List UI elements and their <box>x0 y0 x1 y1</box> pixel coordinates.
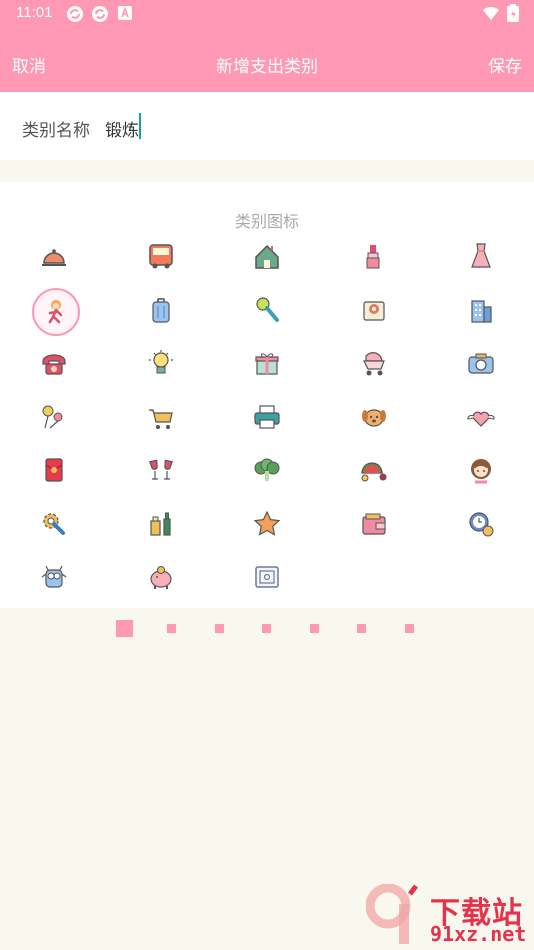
fruits-icon[interactable] <box>354 450 394 490</box>
light-bulb-icon[interactable] <box>141 343 181 383</box>
bus-icon[interactable] <box>141 236 181 276</box>
microphone-icon[interactable] <box>247 290 287 330</box>
suitcase-icon[interactable] <box>141 290 181 330</box>
wine-glasses-icon[interactable] <box>141 450 181 490</box>
shopping-cart-icon[interactable] <box>141 397 181 437</box>
camera-icon[interactable] <box>461 343 501 383</box>
tissue-roll-icon[interactable] <box>354 290 394 330</box>
page-dot[interactable] <box>115 619 133 637</box>
page-dot[interactable] <box>262 623 271 633</box>
category-name-label: 类别名称 <box>22 121 90 141</box>
nav-bar: 取消 新增支出类别 保存 <box>0 40 534 86</box>
house-icon[interactable] <box>247 236 287 276</box>
app-header: 11:01 取消 新增支出类别 保存 <box>0 0 534 92</box>
dog-icon[interactable] <box>354 397 394 437</box>
page-dot[interactable] <box>357 623 366 633</box>
office-building-icon[interactable] <box>461 290 501 330</box>
status-time: 11:01 <box>16 4 53 21</box>
page-title: 新增支出类别 <box>216 57 318 77</box>
dress-icon[interactable] <box>461 236 501 276</box>
text-cursor <box>139 113 141 139</box>
red-envelope-icon[interactable] <box>34 450 74 490</box>
page-dot[interactable] <box>404 623 414 633</box>
service-bell-icon[interactable] <box>34 236 74 276</box>
baby-stroller-icon[interactable] <box>354 343 394 383</box>
battery-icon <box>507 4 519 22</box>
girl-icon[interactable] <box>461 450 501 490</box>
owl-icon[interactable] <box>34 557 74 597</box>
icon-panel: 类别图标 <box>0 182 534 608</box>
page-dot[interactable] <box>309 623 319 633</box>
runner-icon[interactable] <box>32 287 80 336</box>
icon-section-title: 类别图标 <box>234 212 299 231</box>
star-icon[interactable] <box>247 504 287 544</box>
watermark-url: 91xz.net <box>430 922 527 946</box>
page-dot[interactable] <box>167 623 176 633</box>
vegetables-icon[interactable] <box>247 450 287 490</box>
drinks-icon[interactable] <box>141 504 181 544</box>
page-dot[interactable] <box>214 623 224 633</box>
sync-icon-2 <box>92 6 108 22</box>
printer-icon[interactable] <box>247 397 287 437</box>
clock-coin-icon[interactable] <box>461 504 501 544</box>
gear-wrench-icon[interactable] <box>34 504 74 544</box>
wallet-icon[interactable] <box>354 504 394 544</box>
telephone-icon[interactable] <box>34 343 74 383</box>
category-name-input[interactable]: 锻炼 <box>105 116 139 141</box>
watermark-logo-icon <box>366 884 418 944</box>
lipstick-icon[interactable] <box>354 236 394 276</box>
watermark: 下载站 91xz.net <box>360 882 534 950</box>
status-bar: 11:01 <box>0 0 534 28</box>
wifi-icon <box>483 6 499 20</box>
app-a-icon <box>118 6 132 20</box>
lollipop-icon[interactable] <box>34 397 74 437</box>
gift-icon[interactable] <box>247 343 287 383</box>
category-name-field[interactable]: 类别名称 锻炼 <box>0 92 534 160</box>
winged-heart-icon[interactable] <box>461 397 501 437</box>
piggy-bank-icon[interactable] <box>141 557 181 597</box>
sync-icon <box>67 6 83 22</box>
save-button[interactable]: 保存 <box>488 52 522 77</box>
safe-icon[interactable] <box>247 557 287 597</box>
